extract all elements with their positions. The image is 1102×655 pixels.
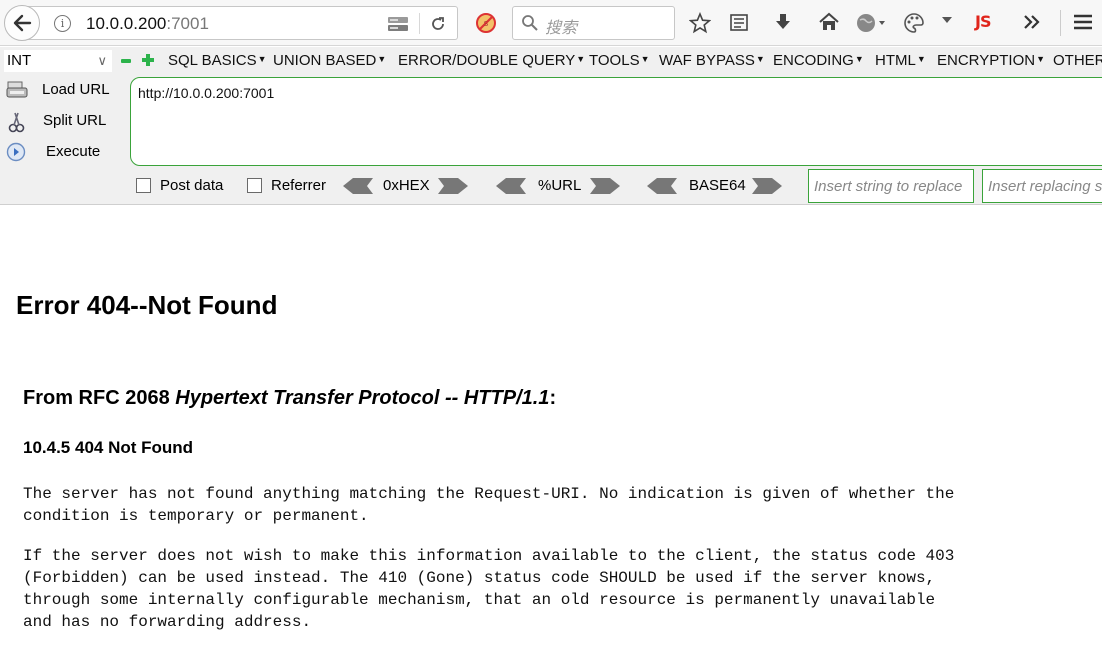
replace-string-input[interactable]: Insert string to replace — [808, 169, 974, 203]
search-box[interactable]: 搜索 — [512, 6, 675, 40]
menu-waf-bypass[interactable]: WAF BYPASS▼ — [659, 52, 765, 69]
base64-decode-arrow-icon[interactable] — [647, 178, 677, 194]
execute-button[interactable]: Execute — [4, 139, 124, 165]
referrer-checkbox[interactable] — [247, 178, 262, 193]
page-title: Error 404--Not Found — [16, 290, 278, 320]
menu-other[interactable]: OTHER — [1053, 52, 1102, 69]
noscript-icon[interactable]: S — [475, 12, 497, 34]
url-decode-arrow-icon[interactable] — [496, 178, 526, 194]
increase-icon[interactable] — [142, 54, 154, 66]
home-icon[interactable] — [818, 12, 840, 32]
palette-icon[interactable] — [903, 12, 925, 34]
menu-sql-basics[interactable]: SQL BASICS▼ — [168, 52, 267, 69]
hex-decode-arrow-icon[interactable] — [343, 178, 373, 194]
hex-label: 0xHEX — [383, 177, 430, 194]
search-placeholder: 搜索 — [545, 20, 578, 37]
hamburger-menu-icon[interactable] — [1072, 12, 1094, 32]
hex-encode-arrow-icon[interactable] — [438, 178, 468, 194]
address-bar[interactable]: i 10.0.0.200:7001 — [26, 6, 458, 40]
reload-icon[interactable] — [429, 15, 447, 33]
bookmark-star-icon[interactable] — [689, 12, 711, 34]
menu-html[interactable]: HTML▼ — [875, 52, 926, 69]
back-button[interactable] — [4, 5, 40, 41]
menu-encoding[interactable]: ENCODING▼ — [773, 52, 864, 69]
int-select[interactable]: INT ∨ — [4, 50, 112, 72]
page-content: Error 404--Not Found From RFC 2068 Hyper… — [0, 206, 1102, 655]
back-arrow-icon — [13, 14, 32, 32]
server-icon[interactable] — [387, 16, 409, 32]
post-data-label[interactable]: Post data — [160, 177, 223, 194]
overflow-chevron-icon[interactable] — [1022, 12, 1042, 32]
menu-error-double-query[interactable]: ERROR/DOUBLE QUERY▼ — [398, 52, 585, 69]
chevron-down-icon: ∨ — [97, 53, 107, 68]
site-info-icon[interactable]: i — [54, 15, 71, 32]
js-switch-icon[interactable]: JS — [975, 12, 992, 31]
play-icon — [6, 142, 26, 162]
bookmarks-library-icon[interactable] — [729, 12, 749, 32]
section-heading: 10.4.5 404 Not Found — [23, 438, 194, 457]
svg-text:S: S — [484, 20, 489, 28]
referrer-label[interactable]: Referrer — [271, 177, 326, 194]
navigation-toolbar: i 10.0.0.200:7001 S 搜索 JS — [0, 0, 1102, 46]
base64-encode-arrow-icon[interactable] — [752, 178, 782, 194]
base64-label: BASE64 — [689, 177, 746, 194]
download-icon[interactable] — [773, 12, 793, 32]
menu-tools[interactable]: TOOLS▼ — [589, 52, 650, 69]
load-url-icon — [6, 81, 28, 98]
hackbar-panel: INT ∨ SQL BASICS▼ UNION BASED▼ ERROR/DOU… — [0, 47, 1102, 205]
dropdown-arrow-icon[interactable] — [942, 17, 952, 25]
url-encode-label: %URL — [538, 177, 582, 194]
menu-encryption[interactable]: ENCRYPTION▼ — [937, 52, 1045, 69]
toolbar-divider — [1060, 10, 1061, 36]
url-encode-arrow-icon[interactable] — [590, 178, 620, 194]
decrease-icon[interactable] — [121, 59, 131, 63]
replacing-string-input[interactable]: Insert replacing string — [982, 169, 1102, 203]
url-textarea[interactable]: http://10.0.0.200:7001 — [130, 77, 1102, 166]
address-text[interactable]: 10.0.0.200:7001 — [86, 14, 209, 34]
post-data-checkbox[interactable] — [136, 178, 151, 193]
search-icon — [522, 15, 538, 31]
split-url-button[interactable]: Split URL — [4, 108, 124, 134]
hackbar-menu: INT ∨ SQL BASICS▼ UNION BASED▼ ERROR/DOU… — [0, 47, 1102, 75]
hackbar-options: Post data Referrer 0xHEX %URL BASE64 Ins… — [0, 169, 1102, 203]
menu-union-based[interactable]: UNION BASED▼ — [273, 52, 386, 69]
globe-icon[interactable] — [855, 12, 887, 34]
description-paragraph-2: If the server does not wish to make this… — [23, 547, 955, 631]
rfc-heading: From RFC 2068 Hypertext Transfer Protoco… — [23, 387, 557, 409]
description-paragraph-1: The server has not found anything matchi… — [23, 485, 955, 525]
scissors-icon — [8, 112, 25, 133]
load-url-button[interactable]: Load URL — [4, 77, 124, 103]
address-divider — [419, 13, 420, 34]
